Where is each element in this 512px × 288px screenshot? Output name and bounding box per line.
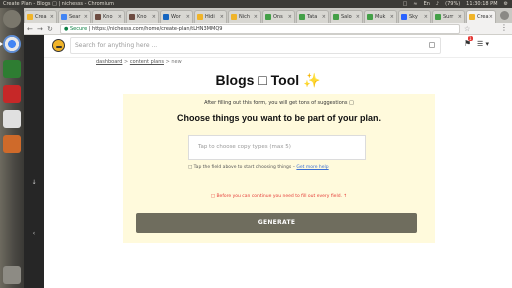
sidebar-marker-icon[interactable]: ↓ [30, 179, 38, 187]
secure-label: Secure [69, 26, 88, 32]
tab[interactable]: Ons × [262, 10, 295, 23]
tab-active[interactable]: Crea × [466, 10, 496, 23]
form-info-text: After filling out this form, you will ge… [204, 100, 354, 106]
tab-close-icon[interactable]: × [322, 11, 326, 23]
plan-form-card: After filling out this form, you will ge… [123, 94, 435, 243]
site-search-input[interactable]: Search for anything here ... [70, 37, 441, 54]
get-more-help-link[interactable]: Get more help [296, 165, 328, 170]
form-heading: Choose things you want to be part of you… [176, 113, 381, 123]
favicon-icon [265, 14, 271, 20]
back-arrow-icon[interactable] [3, 10, 21, 28]
tab[interactable]: Sky × [398, 10, 431, 23]
os-top-panel: Create Plan - Blogs □ | nichesss - Chrom… [0, 0, 512, 8]
window-title: Create Plan - Blogs □ | nichesss - Chrom… [3, 1, 114, 7]
copy-types-input[interactable]: Tap to choose copy types (max 5) [188, 135, 366, 160]
breadcrumb-current: new [171, 59, 182, 65]
tab-close-icon[interactable]: × [424, 11, 428, 23]
favicon-icon [163, 14, 169, 20]
spreadsheet-icon[interactable] [3, 60, 21, 78]
site-logo[interactable] [52, 39, 65, 52]
forward-icon[interactable]: → [37, 25, 43, 33]
favicon-icon [333, 14, 339, 20]
hamburger-menu-icon[interactable]: ☰ ▾ [477, 40, 489, 48]
tab-close-icon[interactable]: × [118, 11, 122, 23]
tab[interactable]: Kno × [92, 10, 125, 23]
favicon-icon [435, 14, 441, 20]
favicon-icon [367, 14, 373, 20]
bookmark-star-icon[interactable]: ☆ [464, 25, 470, 33]
header-divider [44, 57, 512, 58]
volume-icon[interactable]: ♪ [436, 0, 439, 8]
tab-close-icon[interactable]: × [489, 11, 493, 23]
breadcrumb-content-plans[interactable]: content plans [130, 59, 164, 65]
document-viewer-icon[interactable] [3, 110, 21, 128]
tab[interactable]: Nich × [228, 10, 261, 23]
tab[interactable]: Salo × [330, 10, 363, 23]
breadcrumb: dashboard > content plans > new [96, 59, 182, 65]
system-tray: □ ≈ En ♪ (79%) 11:30:18 PM ⚙ [403, 0, 508, 8]
web-page: ↓ ‹ Search for anything here ... ⚑ 1 ☰ ▾ … [24, 35, 512, 288]
favicon-icon [469, 14, 475, 20]
reload-icon[interactable]: ↻ [47, 25, 53, 33]
profile-icon[interactable] [500, 11, 509, 20]
tab-close-icon[interactable]: × [458, 11, 462, 23]
tab[interactable]: Sear × [58, 10, 91, 23]
copy-types-placeholder: Tap to choose copy types (max 5) [198, 144, 291, 150]
power-icon[interactable]: ⚙ [504, 0, 508, 8]
tab-close-icon[interactable]: × [288, 11, 292, 23]
favicon-icon [61, 14, 67, 20]
address-bar: ← → ↻ ● Secure | https://nichesss.com/ho… [24, 23, 512, 35]
notification-badge: 1 [468, 36, 473, 41]
tab-close-icon[interactable]: × [84, 11, 88, 23]
generate-button[interactable]: GENERATE [136, 213, 417, 233]
settings-tools-icon[interactable] [3, 85, 21, 103]
ubuntu-launcher [0, 8, 24, 288]
tab-close-icon[interactable]: × [50, 11, 54, 23]
tab-close-icon[interactable]: × [220, 11, 224, 23]
tab-close-icon[interactable]: × [390, 11, 394, 23]
tab-close-icon[interactable]: × [152, 11, 156, 23]
sidebar-arrow-icon[interactable]: ‹ [30, 230, 38, 238]
keyboard-icon[interactable]: En [424, 0, 430, 8]
tab[interactable]: Hidi × [194, 10, 227, 23]
search-clear-icon[interactable] [429, 42, 435, 48]
tab[interactable]: Crea × [24, 10, 57, 23]
tab-close-icon[interactable]: × [356, 11, 360, 23]
battery-status[interactable]: (79%) [445, 0, 460, 8]
favicon-icon [401, 14, 407, 20]
back-icon[interactable]: ← [27, 25, 33, 33]
tab-close-icon[interactable]: × [186, 11, 190, 23]
breadcrumb-dashboard[interactable]: dashboard [96, 59, 122, 65]
browser-menu-icon[interactable]: ⋮ [500, 24, 508, 32]
page-title: Blogs □ Tool ✨ [215, 72, 321, 88]
tab[interactable]: Surr × [432, 10, 465, 23]
dropbox-icon[interactable]: □ [403, 0, 408, 8]
clock[interactable]: 11:30:18 PM [466, 0, 497, 8]
favicon-icon [95, 14, 101, 20]
tab[interactable]: Tata × [296, 10, 329, 23]
form-hint: □ Tap the field above to start choosing … [188, 165, 329, 170]
terminal-icon[interactable] [3, 135, 21, 153]
tab-strip: Crea × Sear × Kno × Kno × Wor × Hidi × Nich × O… [24, 8, 512, 23]
favicon-icon [27, 14, 33, 20]
tab-close-icon[interactable]: × [254, 11, 258, 23]
chromium-icon[interactable] [0, 35, 21, 53]
favicon-icon [197, 14, 203, 20]
url-input[interactable]: ● Secure | https://nichesss.com/home/cre… [60, 24, 460, 34]
form-warning: □ Before you can continue you need to fi… [210, 194, 348, 199]
favicon-icon [129, 14, 135, 20]
wifi-icon[interactable]: ≈ [413, 0, 417, 8]
tab[interactable]: Wor × [160, 10, 193, 23]
favicon-icon [299, 14, 305, 20]
tab[interactable]: Kno × [126, 10, 159, 23]
notification-bell-icon[interactable]: ⚑ 1 [464, 36, 473, 49]
favicon-icon [231, 14, 237, 20]
search-placeholder: Search for anything here ... [75, 42, 158, 49]
url-text: https://nichesss.com/home/create-plan/tL… [92, 26, 223, 32]
tab[interactable]: Muk × [364, 10, 397, 23]
trash-icon[interactable] [3, 266, 21, 284]
